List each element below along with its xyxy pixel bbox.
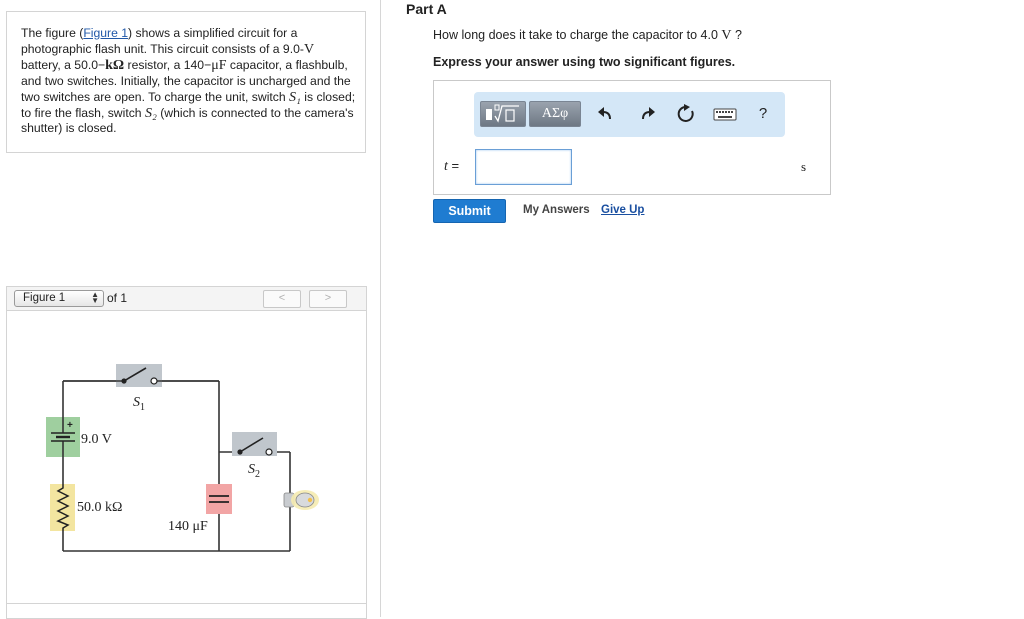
keyboard-button[interactable]: [712, 103, 738, 125]
reset-icon: [677, 104, 694, 122]
equals-sign: =: [447, 158, 460, 173]
part-title: Part A: [406, 1, 447, 17]
switch-s1: [63, 364, 219, 387]
chevron-left-icon: <: [278, 292, 286, 304]
chevron-right-icon: >: [324, 292, 332, 304]
figure-nav-bar: Figure 1 ▲ ▼ of 1 < >: [6, 286, 367, 311]
figure-count: of 1: [107, 291, 128, 305]
reset-button[interactable]: [675, 103, 697, 125]
problem-text: The figure (Figure 1) shows a simplified…: [21, 26, 357, 137]
answer-units: s: [801, 159, 807, 174]
answer-box: ΑΣφ ? t = s: [433, 80, 831, 195]
problem-text-part: resistor, a 140−: [124, 57, 212, 72]
help-button[interactable]: ?: [752, 103, 774, 125]
give-up-link[interactable]: Give Up: [601, 204, 644, 216]
submit-button[interactable]: Submit: [433, 199, 506, 223]
figure-select[interactable]: Figure 1 ▲ ▼: [14, 290, 104, 307]
answer-input[interactable]: [475, 149, 572, 185]
math-toolbar: ΑΣφ ?: [474, 92, 785, 137]
left-column: The figure (Figure 1) shows a simplified…: [0, 0, 381, 619]
switch-s2-symbol: S₂: [144, 105, 157, 121]
circuit-diagram: S1 S2 + 9.0 V 50.0 kΩ 140 μF: [46, 364, 319, 552]
problem-text-part: battery, a 50.0−: [21, 57, 106, 72]
figure-select-value: Figure 1: [23, 292, 66, 304]
undo-icon: [598, 107, 611, 120]
unit-microfarad: μF: [211, 57, 227, 73]
unit-kohm: kΩ: [105, 57, 125, 73]
switch-s1-symbol: S₁: [289, 89, 301, 105]
resistor-label: 50.0 kΩ: [77, 500, 122, 515]
redo-icon: [642, 107, 655, 120]
instruction-text: Express your answer using two significan…: [433, 55, 736, 69]
templates-button[interactable]: [480, 101, 526, 127]
s2-label: S2: [248, 462, 260, 480]
battery: +: [46, 417, 80, 457]
template-icon: [486, 104, 519, 123]
question-unit: V: [721, 28, 732, 43]
figure-panel: S1 S2 + 9.0 V 50.0 kΩ 140 μF: [6, 310, 367, 619]
redo-button[interactable]: [637, 103, 659, 125]
undo-button[interactable]: [594, 103, 616, 125]
battery-label: 9.0 V: [81, 432, 112, 447]
s1-label: S1: [133, 395, 145, 413]
answer-variable-label: t =: [444, 158, 459, 175]
next-figure-button[interactable]: >: [309, 290, 347, 308]
problem-text-part: The figure (: [21, 26, 84, 40]
flashbulb-icon: [283, 490, 319, 510]
select-arrows-icon: ▲ ▼: [91, 290, 99, 305]
question-text-part: How long does it take to charge the capa…: [433, 28, 722, 42]
battery-plus-sign: +: [67, 420, 73, 431]
figure-link[interactable]: Figure 1: [83, 26, 128, 40]
unit-volt: V: [303, 41, 315, 57]
keyboard-icon: [713, 108, 737, 121]
problem-statement-box: The figure (Figure 1) shows a simplified…: [6, 11, 366, 153]
resistor: [50, 484, 75, 531]
question-text-part: ?: [731, 28, 742, 42]
capacitor: [206, 484, 232, 514]
figure-divider: [7, 603, 366, 604]
question-text: How long does it take to charge the capa…: [433, 28, 742, 44]
prev-figure-button[interactable]: <: [263, 290, 301, 308]
greek-symbols-button[interactable]: ΑΣφ: [529, 101, 581, 127]
my-answers-button[interactable]: My Answers: [523, 204, 590, 216]
switch-s2: [232, 432, 277, 456]
capacitor-label: 140 μF: [168, 519, 208, 534]
